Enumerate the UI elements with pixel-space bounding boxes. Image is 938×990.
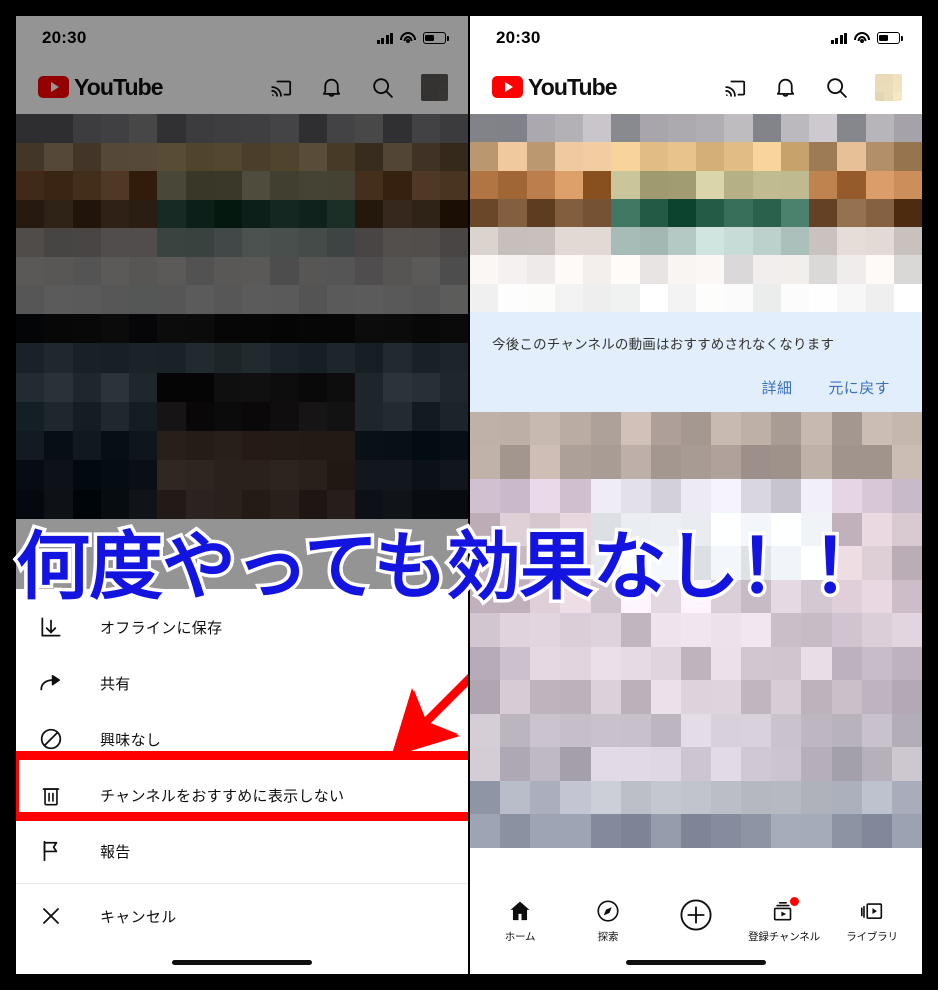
- home-icon: [507, 898, 533, 924]
- flag-icon: [38, 838, 64, 864]
- tab-explore[interactable]: 探索: [564, 898, 652, 944]
- status-bar-indicators: [830, 32, 903, 44]
- banner-undo-link[interactable]: 元に戻す: [828, 377, 890, 398]
- right-phone-screenshot: 20:30 YouTube 今後このチャンネルの動画はおすすめされなくなります …: [470, 16, 922, 974]
- account-avatar[interactable]: [875, 73, 902, 101]
- tab-create[interactable]: [652, 898, 740, 937]
- action-sheet-item-cancel[interactable]: キャンセル: [16, 888, 468, 944]
- left-phone-screenshot: 20:30 YouTube オフラインに保存 共有 興味なし チャンネルをおすす…: [16, 16, 468, 974]
- tab-library[interactable]: ライブラリ: [828, 898, 916, 944]
- status-bar-time: 20:30: [496, 28, 541, 47]
- youtube-logo-text: YouTube: [528, 73, 618, 100]
- home-indicator: [172, 960, 312, 965]
- tab-label: ライブラリ: [846, 931, 898, 943]
- header-icon-group: [722, 73, 902, 101]
- notifications-bell-icon[interactable]: [773, 75, 798, 100]
- battery-icon: [877, 32, 903, 44]
- action-sheet-label: 共有: [100, 675, 131, 693]
- youtube-play-icon: [38, 76, 69, 98]
- close-icon: [38, 903, 64, 929]
- video-thumbnail-pixelated[interactable]: [16, 114, 468, 314]
- notifications-bell-icon[interactable]: [319, 75, 344, 100]
- not-interested-icon: [38, 726, 64, 752]
- create-plus-icon: [679, 898, 713, 932]
- cast-icon[interactable]: [268, 75, 293, 100]
- wifi-icon: [400, 32, 416, 44]
- search-icon[interactable]: [370, 75, 395, 100]
- action-sheet-divider: [16, 883, 468, 884]
- library-icon: [859, 898, 885, 924]
- status-bar: 20:30: [470, 16, 922, 60]
- cast-icon[interactable]: [722, 75, 747, 100]
- youtube-logo-text: YouTube: [74, 73, 164, 100]
- tab-label: 登録チャンネル: [748, 931, 820, 943]
- video-thumbnail-pixelated-2[interactable]: [16, 314, 468, 519]
- tab-subscriptions[interactable]: 登録チャンネル: [740, 897, 828, 944]
- battery-icon: [423, 32, 449, 44]
- screenshot-stage: 20:30 YouTube オフラインに保存 共有 興味なし チャンネルをおすす…: [0, 0, 938, 990]
- youtube-logo[interactable]: YouTube: [38, 73, 164, 101]
- compass-explore-icon: [595, 898, 621, 924]
- banner-message: 今後このチャンネルの動画はおすすめされなくなります: [492, 337, 835, 352]
- tab-label: ホーム: [504, 931, 536, 943]
- youtube-header: YouTube: [470, 60, 922, 114]
- subscriptions-badge-dot: [790, 897, 799, 906]
- action-sheet-label: 興味なし: [100, 731, 162, 749]
- bottom-tab-bar: ホーム 探索 登録チャンネル ライブラリ: [470, 888, 922, 974]
- action-sheet-label: キャンセル: [100, 908, 177, 926]
- action-sheet-item-report[interactable]: 報告: [16, 823, 468, 879]
- header-icon-group: [268, 73, 448, 101]
- action-sheet-label: チャンネルをおすすめに表示しない: [100, 787, 345, 805]
- status-bar-indicators: [376, 32, 449, 44]
- banner-action-group: 詳細 元に戻す: [492, 377, 900, 398]
- cellular-bars-icon: [830, 32, 847, 44]
- youtube-logo[interactable]: YouTube: [492, 73, 618, 101]
- wifi-icon: [854, 32, 870, 44]
- video-thumbnail-pixelated[interactable]: [470, 114, 922, 312]
- subscriptions-icon: [771, 897, 799, 924]
- tab-home[interactable]: ホーム: [476, 898, 564, 944]
- share-icon: [38, 670, 64, 696]
- banner-details-link[interactable]: 詳細: [762, 377, 793, 398]
- cellular-bars-icon: [376, 32, 393, 44]
- action-sheet-label: オフラインに保存: [100, 619, 223, 637]
- trash-icon: [38, 782, 64, 808]
- download-icon: [38, 614, 64, 640]
- youtube-play-icon: [492, 76, 523, 98]
- action-sheet-label: 報告: [100, 843, 131, 861]
- search-icon[interactable]: [824, 75, 849, 100]
- home-indicator: [626, 960, 766, 965]
- feed-content-pixelated[interactable]: [470, 411, 922, 848]
- undo-recommendation-banner: 今後このチャンネルの動画はおすすめされなくなります 詳細 元に戻す: [470, 312, 922, 412]
- tab-label: 探索: [597, 931, 619, 943]
- status-bar-time: 20:30: [42, 28, 87, 47]
- status-bar: 20:30: [16, 16, 468, 60]
- tab-list: ホーム 探索 登録チャンネル ライブラリ: [476, 897, 916, 944]
- youtube-header: YouTube: [16, 60, 468, 114]
- action-sheet-item-dont-recommend-channel[interactable]: チャンネルをおすすめに表示しない: [16, 767, 468, 823]
- account-avatar[interactable]: [421, 73, 448, 101]
- red-arrow-annotation: [392, 674, 468, 756]
